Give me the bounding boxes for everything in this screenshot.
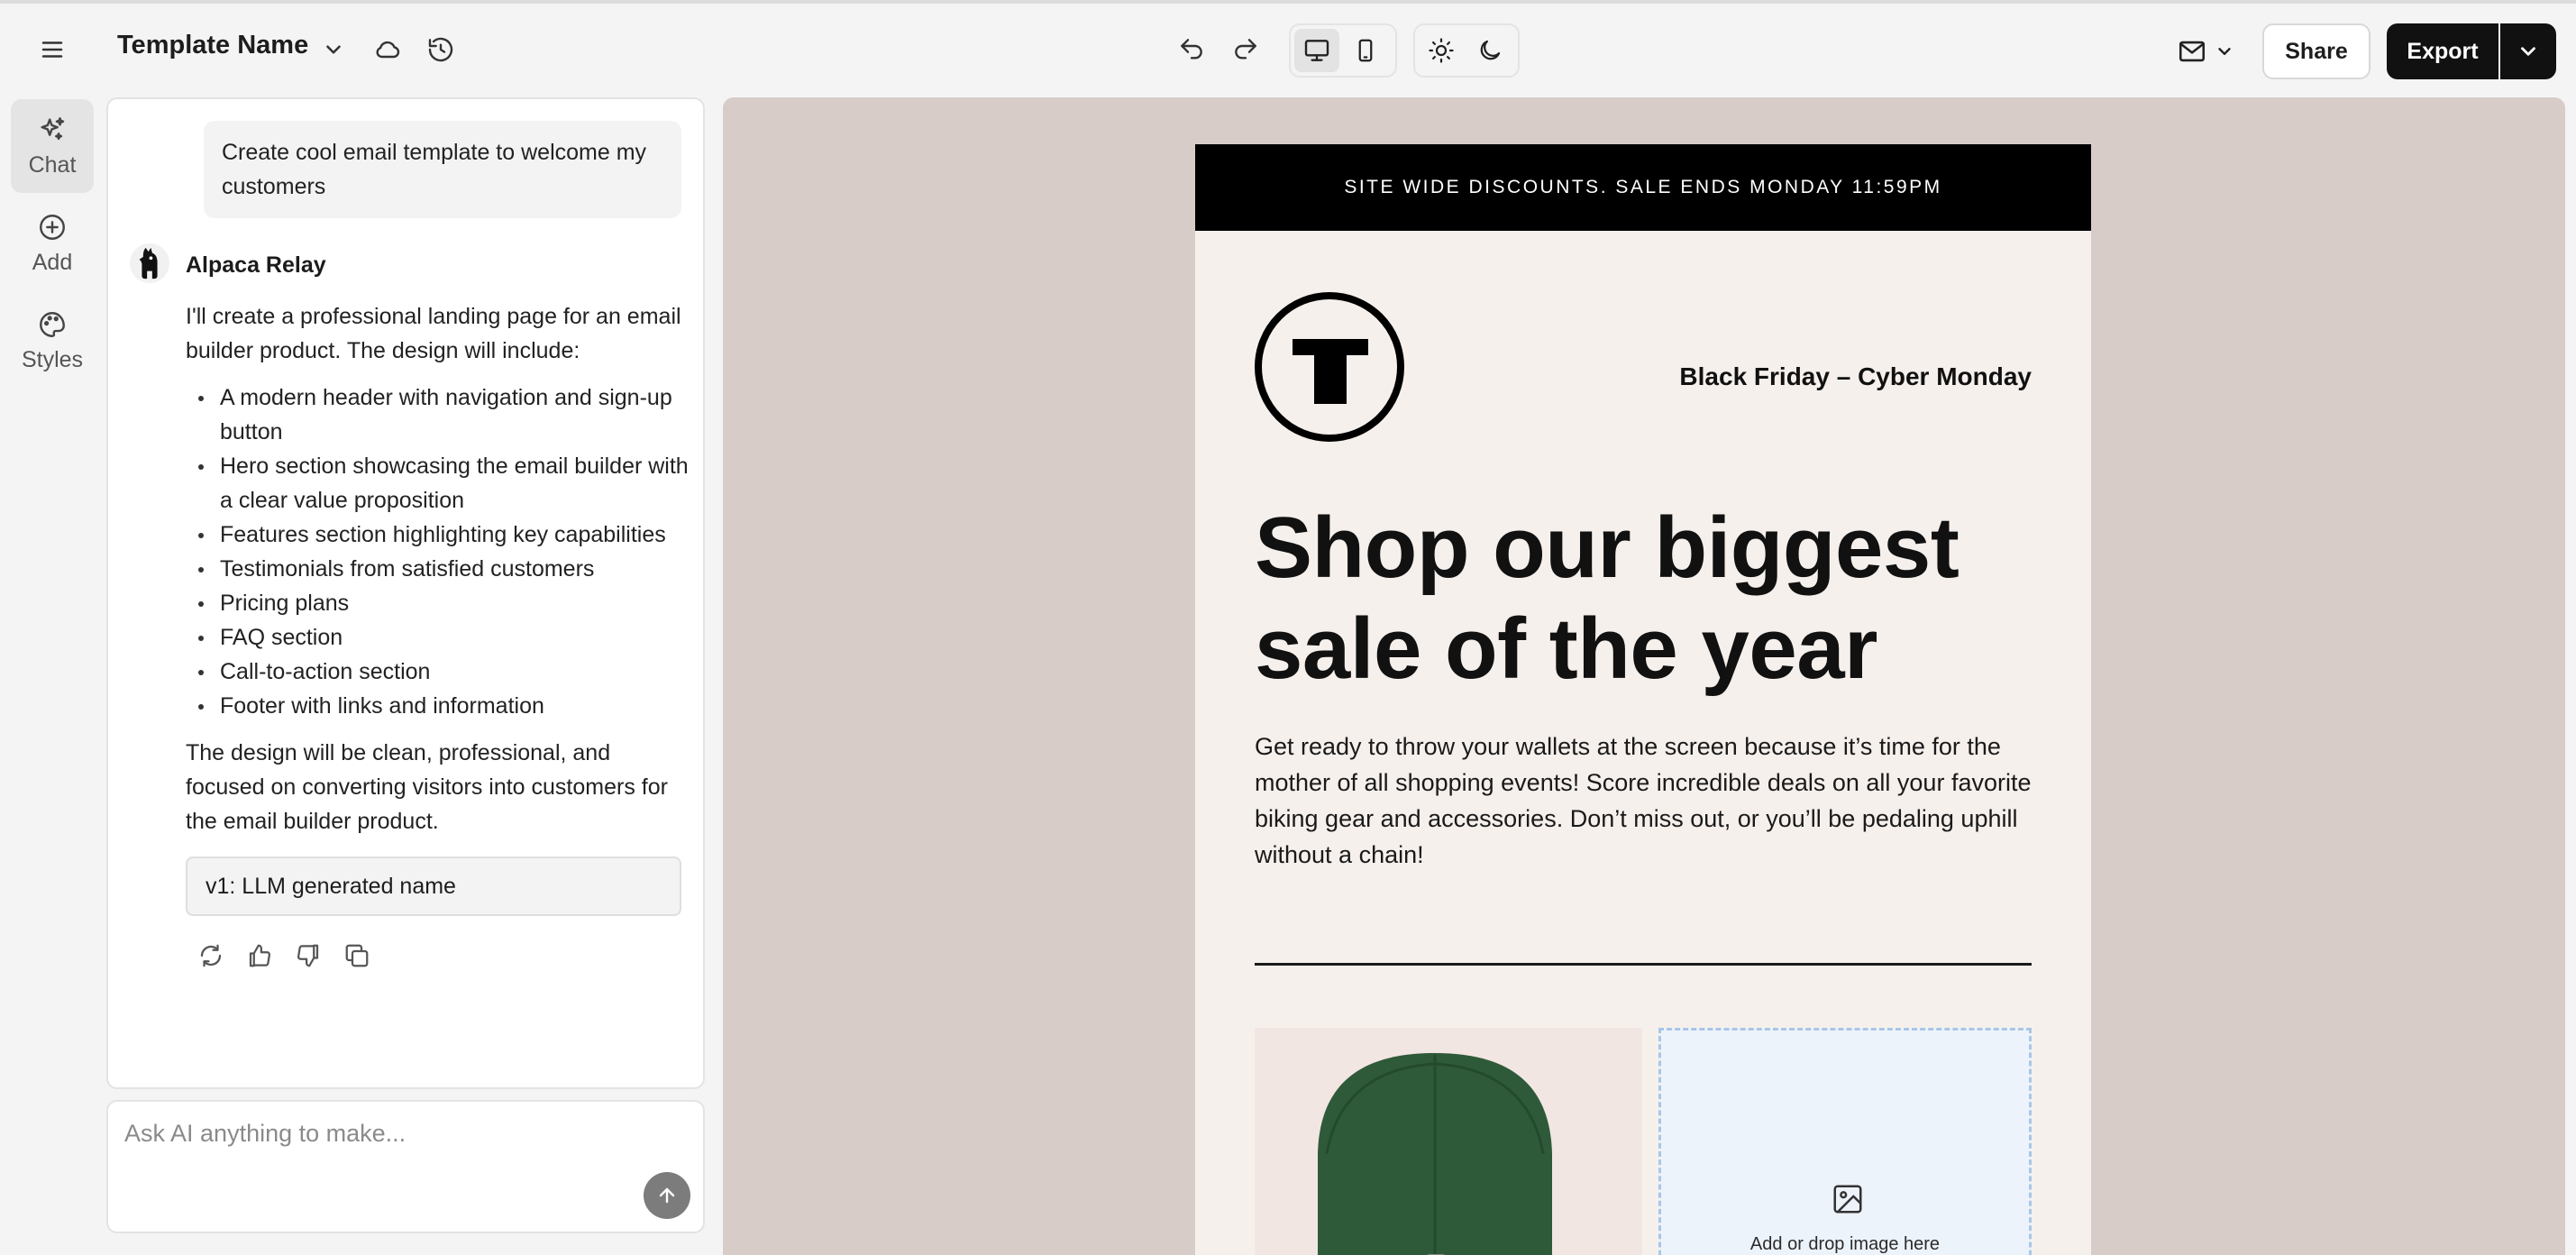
chevron-down-icon bbox=[2218, 48, 2231, 55]
hero-body[interactable]: Get ready to throw your wallets at the s… bbox=[1255, 728, 2039, 873]
version-chip[interactable]: v1: LLM generated name bbox=[186, 857, 681, 916]
chevron-down-icon[interactable] bbox=[308, 24, 359, 75]
product-image-cap[interactable] bbox=[1255, 1028, 1642, 1255]
sun-icon[interactable] bbox=[1419, 29, 1464, 72]
desktop-view-icon[interactable] bbox=[1294, 29, 1339, 72]
top-toolbar: Template Name Share Export bbox=[0, 4, 2576, 97]
hero-headline[interactable]: Shop our biggest sale of the year bbox=[1255, 498, 2039, 700]
rail-label-chat: Chat bbox=[28, 151, 77, 178]
arrow-up-icon bbox=[659, 1187, 675, 1204]
image-icon bbox=[1831, 1182, 1865, 1216]
redo-icon[interactable] bbox=[1220, 24, 1271, 75]
rail-item-chat[interactable]: Chat bbox=[11, 99, 94, 193]
chat-input[interactable] bbox=[124, 1120, 665, 1148]
chevron-down-icon bbox=[2521, 47, 2535, 56]
alpaca-logo-icon bbox=[139, 247, 158, 279]
brand-logo[interactable] bbox=[1255, 292, 1404, 442]
event-label[interactable]: Black Friday – Cyber Monday bbox=[1679, 362, 2032, 391]
chat-input-box bbox=[106, 1100, 705, 1233]
template-name[interactable]: Template Name bbox=[117, 31, 308, 60]
mobile-view-icon[interactable] bbox=[1343, 29, 1388, 72]
plus-circle-icon bbox=[40, 214, 65, 240]
rail-item-add[interactable]: Add bbox=[11, 197, 94, 290]
theme-toggle bbox=[1413, 23, 1520, 78]
thumbs-down-icon[interactable] bbox=[292, 939, 324, 972]
list-item: Footer with links and information bbox=[186, 689, 690, 723]
list-item: Features section highlighting key capabi… bbox=[186, 518, 690, 552]
share-button[interactable]: Share bbox=[2262, 23, 2370, 79]
email-preview: SITE WIDE DISCOUNTS. SALE ENDS MONDAY 11… bbox=[1195, 144, 2091, 1255]
assistant-name: Alpaca Relay bbox=[186, 252, 326, 278]
list-item: Pricing plans bbox=[186, 586, 690, 620]
list-item: A modern header with navigation and sign… bbox=[186, 380, 690, 449]
dropzone-label: Add or drop image here bbox=[1749, 1234, 1941, 1254]
export-button[interactable]: Export bbox=[2387, 23, 2498, 79]
assistant-intro: I'll create a professional landing page … bbox=[186, 304, 681, 363]
sparkles-icon bbox=[41, 116, 65, 140]
divider[interactable] bbox=[1255, 963, 2032, 966]
export-options-button[interactable] bbox=[2500, 23, 2556, 79]
regenerate-icon[interactable] bbox=[195, 939, 227, 972]
send-button[interactable] bbox=[644, 1172, 690, 1219]
moon-icon[interactable] bbox=[1467, 29, 1512, 72]
promo-banner[interactable]: SITE WIDE DISCOUNTS. SALE ENDS MONDAY 11… bbox=[1195, 144, 2091, 231]
rail-item-styles[interactable]: Styles bbox=[11, 294, 94, 388]
message-actions bbox=[195, 939, 373, 972]
undo-icon[interactable] bbox=[1166, 24, 1217, 75]
copy-icon[interactable] bbox=[341, 939, 373, 972]
rail-label-styles: Styles bbox=[21, 346, 84, 372]
email-preview-menu[interactable] bbox=[2174, 31, 2237, 72]
assistant-outro: The design will be clean, professional, … bbox=[186, 740, 668, 834]
list-item: Call-to-action section bbox=[186, 655, 690, 689]
thumbs-up-icon[interactable] bbox=[243, 939, 276, 972]
cloud-save-icon[interactable] bbox=[362, 24, 413, 75]
list-item: Hero section showcasing the email builde… bbox=[186, 449, 690, 518]
history-icon[interactable] bbox=[416, 24, 466, 75]
rail-label-add: Add bbox=[32, 249, 73, 275]
assistant-avatar bbox=[130, 243, 169, 283]
list-item: FAQ section bbox=[186, 620, 690, 655]
editor-canvas: SITE WIDE DISCOUNTS. SALE ENDS MONDAY 11… bbox=[723, 97, 2565, 1255]
palette-icon bbox=[40, 311, 65, 337]
mail-icon bbox=[2179, 41, 2206, 62]
device-toggle bbox=[1289, 23, 1397, 78]
menu-icon[interactable] bbox=[27, 24, 78, 75]
assistant-feature-list: A modern header with navigation and sign… bbox=[186, 380, 690, 723]
list-item: Testimonials from satisfied customers bbox=[186, 552, 690, 586]
logo-t-stem bbox=[1314, 339, 1347, 404]
chat-panel: Create cool email template to welcome my… bbox=[106, 97, 705, 1089]
user-message: Create cool email template to welcome my… bbox=[204, 121, 681, 218]
image-dropzone[interactable]: Add or drop image here bbox=[1658, 1028, 2032, 1255]
